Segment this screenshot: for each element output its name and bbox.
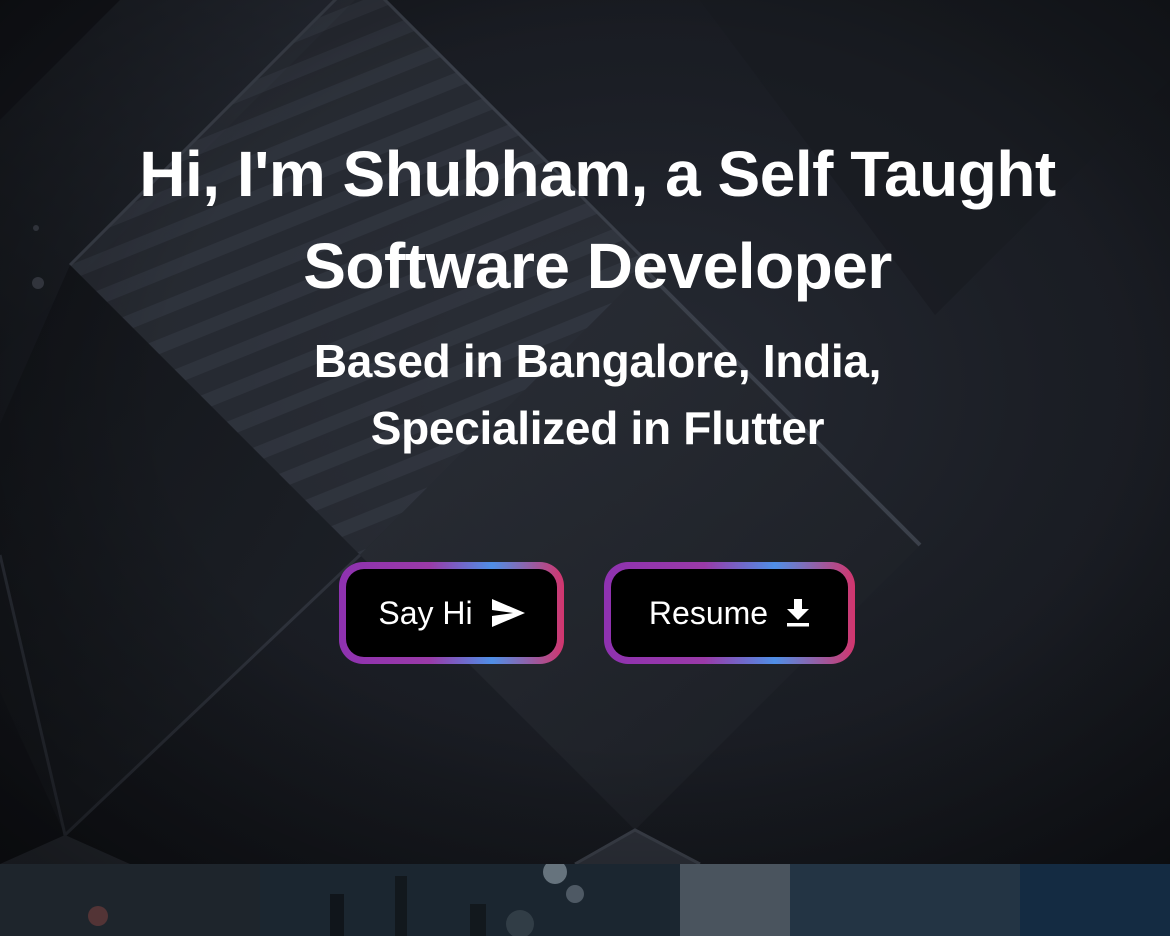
- send-icon: [491, 599, 525, 627]
- say-hi-button[interactable]: Say Hi: [339, 562, 564, 664]
- resume-button-body[interactable]: Resume: [611, 569, 848, 657]
- resume-label: Resume: [648, 594, 769, 631]
- headline-line-1: Hi, I'm Shubham, a Self Taught: [139, 138, 1056, 210]
- resume-button[interactable]: Resume: [604, 562, 855, 664]
- next-section-preview: [0, 864, 1170, 936]
- hero-section: Hi, I'm Shubham, a Self Taught Software …: [0, 0, 1170, 864]
- say-hi-button-body[interactable]: Say Hi: [346, 569, 557, 657]
- subheadline-line-1: Based in Bangalore, India,: [313, 335, 882, 387]
- say-hi-label: Say Hi: [378, 594, 473, 631]
- subheadline-line-2: Specialized in Flutter: [370, 402, 825, 454]
- preview-photo: [0, 864, 1170, 936]
- hero-subheadline: Based in Bangalore, India, Specialized i…: [0, 328, 1170, 462]
- headline-line-2: Software Developer: [303, 230, 892, 302]
- hero-headline: Hi, I'm Shubham, a Self Taught Software …: [0, 128, 1170, 312]
- download-icon: [786, 599, 810, 627]
